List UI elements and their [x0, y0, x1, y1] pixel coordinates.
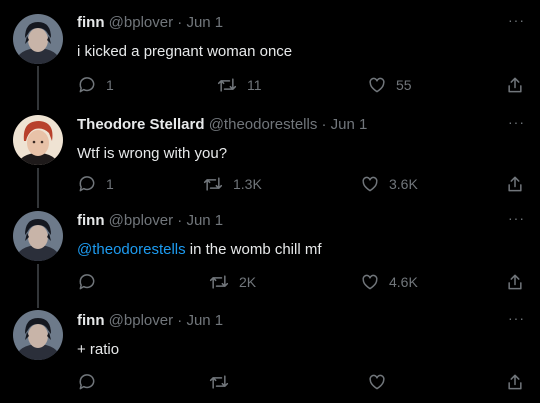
display-name[interactable]: finn	[77, 14, 105, 31]
handle[interactable]: @bplover	[109, 312, 173, 329]
tweet-text: i kicked a pregnant woman once	[77, 43, 293, 60]
share-button[interactable]	[505, 272, 525, 292]
like-button[interactable]: 55	[367, 75, 412, 95]
dark-haired-character-avatar	[13, 14, 63, 64]
tweet-text: + ratio	[77, 341, 120, 358]
tweet-header: finn @bplover · Jun 1	[77, 14, 223, 31]
avatar[interactable]	[13, 14, 63, 64]
timestamp[interactable]: Jun 1	[186, 14, 223, 31]
tweet-actions: 1 11 55	[0, 75, 540, 97]
more-icon[interactable]: ···	[508, 310, 525, 326]
retweet-icon	[209, 375, 229, 389]
tweet-actions: 2K 4.6K	[0, 272, 540, 294]
tweet-header: finn @bplover · Jun 1	[77, 212, 223, 229]
share-button[interactable]	[505, 75, 525, 95]
timestamp[interactable]: Jun 1	[186, 312, 223, 329]
tweet-header: Theodore Stellard @theodorestells · Jun …	[77, 116, 367, 133]
tweet[interactable]: Theodore Stellard @theodorestells · Jun …	[0, 105, 540, 205]
share-button[interactable]	[505, 372, 525, 392]
reply-icon	[79, 274, 95, 290]
like-icon	[369, 77, 385, 93]
reply-button[interactable]: 1	[77, 75, 114, 95]
reply-button[interactable]	[77, 372, 106, 392]
retweet-button[interactable]	[208, 372, 239, 392]
reply-button[interactable]	[77, 272, 106, 292]
avatar[interactable]	[13, 310, 63, 360]
timestamp[interactable]: Jun 1	[331, 116, 368, 133]
tweet-actions: 1 1.3K 3.6K	[0, 174, 540, 196]
tweet-text-rest: in the womb chill mf	[185, 241, 322, 258]
like-count: 3.6K	[389, 176, 418, 192]
retweet-count: 2K	[239, 274, 257, 290]
more-icon[interactable]: ···	[508, 114, 525, 130]
like-button[interactable]: 3.6K	[360, 174, 418, 194]
retweet-count: 1.3K	[233, 176, 262, 192]
red-haired-character-avatar	[13, 115, 63, 165]
tweet[interactable]: finn @bplover · Jun 1 ··· @theodorestell…	[0, 205, 540, 305]
share-button[interactable]	[505, 174, 525, 194]
display-name[interactable]: finn	[77, 212, 105, 229]
tweet-text: @theodorestells in the womb chill mf	[77, 241, 322, 258]
retweet-button[interactable]: 1.3K	[202, 174, 262, 194]
avatar[interactable]	[13, 211, 63, 261]
like-count: 4.6K	[389, 274, 418, 290]
separator: ·	[177, 14, 183, 31]
handle[interactable]: @bplover	[109, 212, 173, 229]
reply-icon	[79, 374, 95, 390]
tweet[interactable]: finn @bplover · Jun 1 ··· + ratio	[0, 305, 540, 403]
like-button[interactable]: 4.6K	[360, 272, 418, 292]
retweet-icon	[203, 177, 223, 191]
tweet[interactable]: finn @bplover · Jun 1 ··· i kicked a pre…	[0, 0, 540, 105]
tweet-header: finn @bplover · Jun 1	[77, 312, 223, 329]
retweet-count: 11	[247, 77, 262, 93]
share-icon	[508, 374, 522, 390]
separator: ·	[321, 116, 327, 133]
handle[interactable]: @bplover	[109, 14, 173, 31]
timestamp[interactable]: Jun 1	[186, 212, 223, 229]
dark-haired-character-avatar	[13, 211, 63, 261]
separator: ·	[177, 212, 183, 229]
like-button[interactable]	[367, 372, 396, 392]
reply-icon	[79, 77, 95, 93]
mention-link[interactable]: @theodorestells	[77, 241, 186, 258]
share-icon	[508, 176, 522, 192]
retweet-button[interactable]: 2K	[208, 272, 256, 292]
more-icon[interactable]: ···	[508, 210, 525, 226]
retweet-button[interactable]: 11	[216, 75, 262, 95]
tweet-text: Wtf is wrong with you?	[77, 145, 228, 162]
like-icon	[362, 176, 378, 192]
reply-count: 1	[106, 77, 114, 93]
retweet-icon	[209, 275, 229, 289]
reply-count: 1	[106, 176, 114, 192]
like-icon	[362, 274, 378, 290]
avatar[interactable]	[13, 115, 63, 165]
like-count: 55	[396, 77, 412, 93]
display-name[interactable]: finn	[77, 312, 105, 329]
reply-button[interactable]: 1	[77, 174, 114, 194]
retweet-icon	[217, 78, 237, 92]
share-icon	[508, 77, 522, 93]
separator: ·	[177, 312, 183, 329]
more-icon[interactable]: ···	[508, 12, 525, 28]
share-icon	[508, 274, 522, 290]
handle[interactable]: @theodorestells	[209, 116, 318, 133]
display-name[interactable]: Theodore Stellard	[77, 116, 205, 133]
like-icon	[369, 374, 385, 390]
reply-icon	[79, 176, 95, 192]
tweet-actions	[0, 372, 540, 394]
dark-haired-character-avatar	[13, 310, 63, 360]
